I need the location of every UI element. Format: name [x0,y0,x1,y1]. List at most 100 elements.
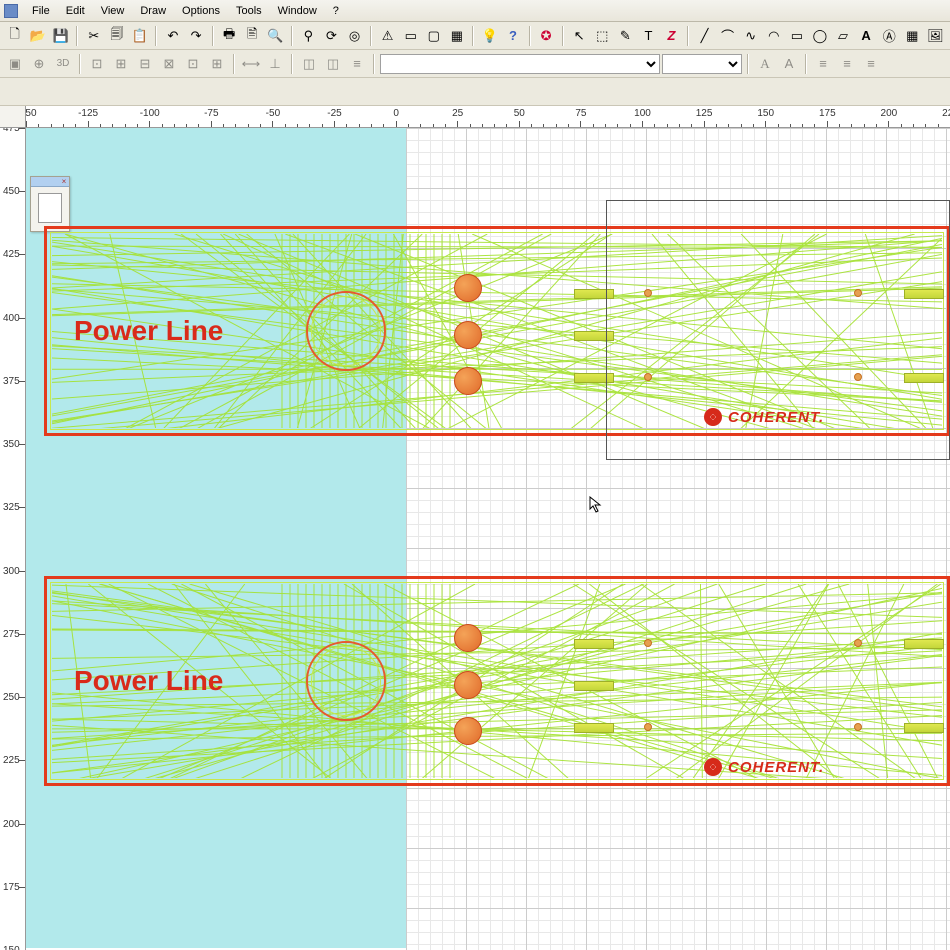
save-button[interactable]: 💾 [50,25,71,47]
target-button[interactable]: ◎ [344,25,365,47]
separator [76,26,78,46]
toolbar-3 [0,78,950,106]
line-tool[interactable]: ╱ [694,25,715,47]
copy-button[interactable]: 🗐 [106,25,127,47]
bar-1[interactable]: ⟷ [240,53,262,75]
ruler-h-tick: 0 [396,106,397,127]
zoom-fit-button[interactable]: 🔍 [265,25,286,47]
separator [155,26,157,46]
align-right[interactable]: ≡ [860,53,882,75]
ruler-h-tick: -125 [88,106,89,127]
nodes-5[interactable]: ⊡ [182,53,204,75]
bracket-3[interactable]: ≡ [346,53,368,75]
bracket-1[interactable]: ◫ [298,53,320,75]
separator [562,26,564,46]
font-b[interactable]: A [778,53,800,75]
ruler-v-tick: 275 [0,634,25,635]
undo-button[interactable]: ↶ [162,25,183,47]
nodes-1[interactable]: ⊡ [86,53,108,75]
rect-tool-button[interactable]: ▢ [423,25,444,47]
ruler-horizontal[interactable]: -150-125-100-75-50-250255075100125150175… [26,106,950,128]
thumbnail-page[interactable] [38,193,62,223]
ruler-h-tick: -100 [149,106,150,127]
ruler-v-tick: 175 [0,887,25,888]
layers-button[interactable]: ▦ [446,25,467,47]
ruler-v-tick: 225 [0,760,25,761]
menu-options[interactable]: Options [174,3,228,19]
menu-view[interactable]: View [93,3,133,19]
menu-tools[interactable]: Tools [228,3,270,19]
new-button[interactable]: 🗋 [4,25,25,47]
nodes-4[interactable]: ⊠ [158,53,180,75]
menu-file[interactable]: File [24,3,58,19]
small-circle-icon [454,717,482,745]
bar-2[interactable]: ⊥ [264,53,286,75]
print-button[interactable]: 🖶 [219,25,240,47]
dot-icon [854,723,862,731]
bezier-tool[interactable]: Z [661,25,682,47]
rect3-tool[interactable]: ▭ [786,25,807,47]
warning-button[interactable]: ⚠ [377,25,398,47]
brand-logo: COHERENT. [704,758,824,776]
rect-tool[interactable]: ⬚ [592,25,613,47]
arc2-tool[interactable]: ◠ [763,25,784,47]
align-center[interactable]: ≡ [836,53,858,75]
arc-tool[interactable]: ⌒ [717,25,738,47]
dot-icon [644,639,652,647]
separator [79,54,81,74]
nodes-2[interactable]: ⊞ [110,53,132,75]
menu-edit[interactable]: Edit [58,3,93,19]
refresh-button[interactable]: ⟳ [321,25,342,47]
print-preview-button[interactable]: 🖹 [242,25,263,47]
ruler-h-tick: -25 [334,106,335,127]
menu-window[interactable]: Window [270,3,325,19]
text2-tool[interactable]: A [856,25,877,47]
measure-tool[interactable]: ▱ [833,25,854,47]
mode-3d-button[interactable]: 3D [52,53,74,75]
canvas[interactable]: × Power LineCOHERENT.Power LineCOHERENT. [26,128,950,950]
bracket-2[interactable]: ◫ [322,53,344,75]
image-tool[interactable]: 🖼 [925,25,946,47]
anchor-button[interactable]: ⚲ [298,25,319,47]
help-button[interactable]: ? [502,25,523,47]
align-left[interactable]: ≡ [812,53,834,75]
separator [687,26,689,46]
font-a[interactable]: A [754,53,776,75]
thumbnail-panel[interactable]: × [30,176,70,232]
menu-help[interactable]: ? [325,3,347,19]
at-tool[interactable]: Ⓐ [879,25,900,47]
size-combo[interactable] [662,54,742,74]
nodes-6[interactable]: ⊞ [206,53,228,75]
decorate-button[interactable]: ✪ [536,25,557,47]
thumbnail-titlebar[interactable]: × [31,177,69,187]
ruler-v-tick: 350 [0,444,25,445]
edit-points-tool[interactable]: ✎ [615,25,636,47]
text-tool[interactable]: T [638,25,659,47]
ruler-v-tick: 250 [0,697,25,698]
cut-button[interactable]: ✂ [83,25,104,47]
small-circle-icon [454,367,482,395]
ruler-h-tick: -75 [211,106,212,127]
design-object-2[interactable]: Power LineCOHERENT. [44,576,950,786]
layer-combo[interactable] [380,54,660,74]
grid-tool[interactable]: ▦ [902,25,923,47]
panel-strip [904,639,944,649]
ruler-v-tick: 375 [0,381,25,382]
redo-button[interactable]: ↷ [186,25,207,47]
close-icon[interactable]: × [59,177,69,187]
brand-logo-icon [704,758,722,776]
dot-icon [854,639,862,647]
tip-button[interactable]: 💡 [479,25,500,47]
open-button[interactable]: 📂 [27,25,48,47]
curve-tool[interactable]: ∿ [740,25,761,47]
align-button[interactable]: ⊕ [28,53,50,75]
select-tool[interactable]: ↖ [569,25,590,47]
nodes-3[interactable]: ⊟ [134,53,156,75]
paste-button[interactable]: 📋 [129,25,150,47]
center-button[interactable]: ▣ [4,53,26,75]
ruler-vertical[interactable]: 4754504254003753503253002752502252001751… [0,128,26,950]
ruler-button[interactable]: ▭ [400,25,421,47]
menu-draw[interactable]: Draw [132,3,174,19]
ellipse-tool[interactable]: ◯ [809,25,830,47]
ruler-h-tick: 200 [888,106,889,127]
